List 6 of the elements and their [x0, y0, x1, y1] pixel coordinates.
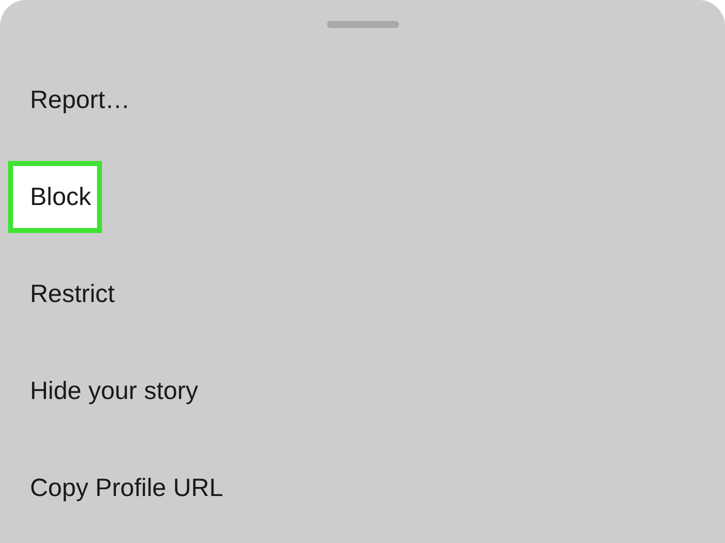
- menu-item[interactable]: Restrict: [30, 278, 115, 308]
- menu-item[interactable]: Copy Profile URL: [30, 472, 224, 502]
- menu-item[interactable]: Block: [8, 160, 102, 232]
- menu-item[interactable]: Hide your story: [30, 376, 198, 406]
- menu-item[interactable]: Report…: [30, 84, 130, 114]
- drag-handle[interactable]: [326, 21, 398, 28]
